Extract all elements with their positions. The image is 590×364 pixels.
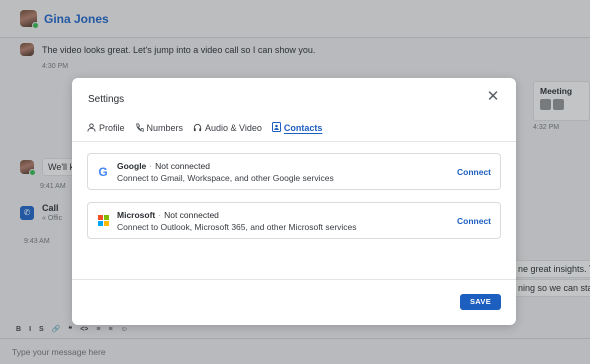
integration-description: Connect to Outlook, Microsoft 365, and o… bbox=[117, 221, 357, 232]
integration-name: Microsoft bbox=[117, 209, 156, 220]
tab-contacts[interactable]: Contacts bbox=[271, 122, 323, 134]
integration-description: Connect to Gmail, Workspace, and other G… bbox=[117, 172, 334, 183]
connect-microsoft-button[interactable]: Connect bbox=[457, 216, 491, 226]
tab-numbers[interactable]: Numbers bbox=[135, 122, 184, 134]
save-button[interactable]: SAVE bbox=[460, 294, 501, 310]
integration-status: Not connected bbox=[155, 160, 210, 171]
settings-modal: Settings ✕ Profile Numbers Audio & Video… bbox=[72, 78, 516, 325]
close-icon[interactable]: ✕ bbox=[486, 89, 500, 104]
contacts-icon bbox=[271, 122, 281, 134]
connect-google-button[interactable]: Connect bbox=[457, 167, 491, 177]
tab-profile[interactable]: Profile bbox=[87, 122, 125, 134]
person-icon bbox=[87, 122, 96, 134]
integration-status: Not connected bbox=[164, 209, 219, 220]
headphones-icon bbox=[193, 123, 202, 134]
tab-label: Numbers bbox=[146, 123, 184, 133]
tab-audio-video[interactable]: Audio & Video bbox=[193, 122, 262, 134]
google-logo-icon: G bbox=[98, 164, 108, 179]
tab-label: Audio & Video bbox=[205, 123, 262, 133]
divider bbox=[72, 141, 516, 142]
phone-icon bbox=[135, 122, 144, 134]
microsoft-logo-icon bbox=[97, 215, 109, 227]
settings-tabs: Profile Numbers Audio & Video Contacts bbox=[87, 122, 322, 134]
divider bbox=[72, 279, 516, 280]
integration-card-google: G Google · Not connected Connect to Gmail,… bbox=[87, 153, 501, 190]
integration-name: Google bbox=[117, 160, 147, 171]
integration-card-microsoft: Microsoft · Not connected Connect to Outlo… bbox=[87, 202, 501, 239]
tab-label: Contacts bbox=[283, 123, 323, 133]
modal-title: Settings bbox=[88, 94, 125, 105]
tab-label: Profile bbox=[99, 123, 125, 133]
